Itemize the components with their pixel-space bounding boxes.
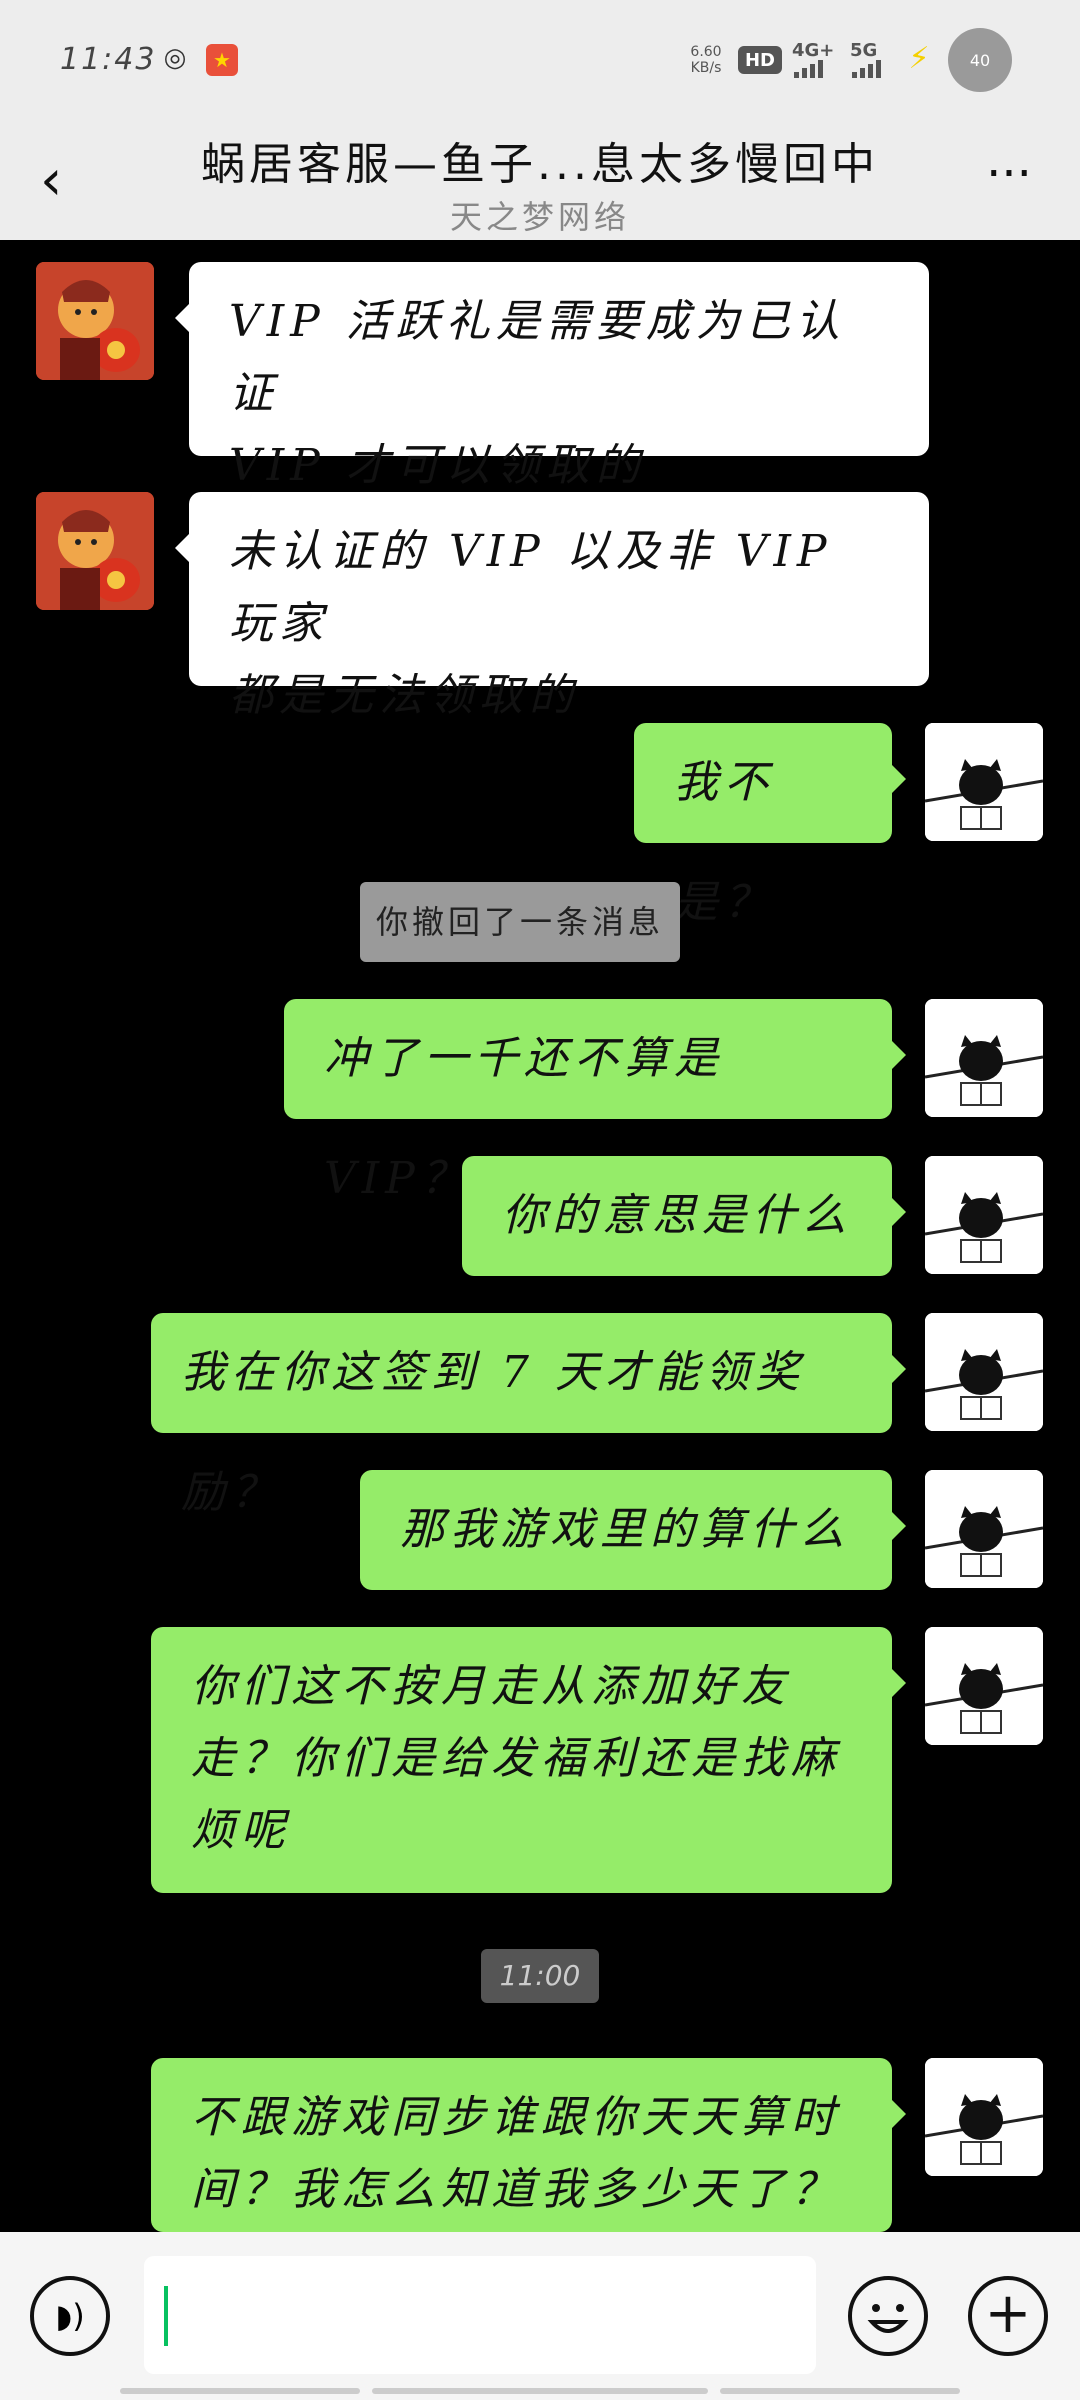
contact-avatar[interactable] bbox=[36, 262, 154, 380]
gesture-bar bbox=[0, 2388, 1080, 2400]
plus-icon: + bbox=[984, 2281, 1032, 2346]
message-bubble-outgoing[interactable]: 不跟游戏同步谁跟你天天算时 间？我怎么知道我多少天了？ bbox=[151, 2058, 906, 2232]
chevron-left-icon: ‹ bbox=[40, 147, 63, 213]
input-bar: ◗) + bbox=[0, 2232, 1080, 2400]
voice-input-button[interactable]: ◗) bbox=[30, 2276, 110, 2356]
signal-bars-icon bbox=[794, 60, 823, 78]
network-speed: 6.60 KB/s bbox=[686, 44, 726, 84]
contact-avatar[interactable] bbox=[36, 492, 154, 610]
network-speed-unit: KB/s bbox=[690, 60, 722, 76]
voice-icon: ◗) bbox=[55, 2297, 85, 2335]
signal-5g-label: 5G bbox=[850, 40, 878, 61]
message-line: 你的意思是什么 bbox=[502, 1190, 852, 1241]
gesture-handle bbox=[372, 2388, 708, 2394]
network-speed-value: 6.60 bbox=[690, 44, 722, 60]
user-avatar[interactable] bbox=[925, 1470, 1043, 1588]
back-button[interactable]: ‹ bbox=[40, 140, 100, 220]
user-avatar[interactable] bbox=[925, 1627, 1043, 1745]
chat-title: 蜗居客服—鱼子...息太多慢回中 bbox=[201, 139, 879, 190]
message-bubble-outgoing[interactable]: 我不是？ bbox=[634, 723, 906, 928]
message-bubble-outgoing[interactable]: 你的意思是什么 bbox=[462, 1156, 906, 1276]
message-input-container[interactable] bbox=[144, 2256, 816, 2374]
signal-4g-icon: 4G+ bbox=[792, 40, 842, 80]
app-notification-icon: ★ bbox=[206, 44, 238, 76]
weibo-icon: ◎ bbox=[163, 43, 187, 73]
message-bubble-incoming[interactable]: VIP 活跃礼是需要成为已认证 VIP 才可以领取的 bbox=[175, 262, 929, 491]
more-options-button[interactable]: ··· bbox=[974, 144, 1044, 214]
signal-bars-icon bbox=[852, 60, 881, 78]
message-line: 走？你们是给发福利还是找麻 bbox=[191, 1733, 841, 1784]
signal-4g-label: 4G+ bbox=[792, 40, 835, 61]
message-line: 烦呢 bbox=[191, 1805, 291, 1856]
emoji-icon bbox=[867, 2304, 909, 2333]
message-line: VIP 活跃礼是需要成为已认证 bbox=[229, 296, 846, 419]
signal-5g-icon: 5G bbox=[850, 40, 898, 80]
status-bar: 11:43 ◎ ★ 6.60 KB/s HD 4G+ 5G ⚡ 40 bbox=[0, 0, 1080, 120]
gesture-handle bbox=[720, 2388, 960, 2394]
user-avatar[interactable] bbox=[925, 1313, 1043, 1431]
user-avatar[interactable] bbox=[925, 2058, 1043, 2176]
message-bubble-outgoing[interactable]: 冲了一千还不算是 VIP？ bbox=[284, 999, 906, 1204]
user-avatar[interactable] bbox=[925, 999, 1043, 1117]
timestamp-divider: 11:00 bbox=[481, 1949, 599, 2003]
more-actions-button[interactable]: + bbox=[968, 2276, 1048, 2356]
battery-icon: 40 bbox=[948, 28, 1012, 92]
message-line: 不跟游戏同步谁跟你天天算时 bbox=[191, 2092, 841, 2143]
message-line: 那我游戏里的算什么 bbox=[400, 1504, 850, 1555]
user-avatar[interactable] bbox=[925, 1156, 1043, 1274]
message-line: 间？我怎么知道我多少天了？ bbox=[191, 2164, 841, 2215]
status-time: 11:43 bbox=[60, 42, 157, 77]
user-avatar[interactable] bbox=[925, 723, 1043, 841]
message-line: 你们这不按月走从添加好友 bbox=[191, 1661, 791, 1712]
chat-header: ‹ 蜗居客服—鱼子...息太多慢回中 天之梦网络 ··· bbox=[0, 120, 1080, 240]
message-bubble-outgoing[interactable]: 我在你这签到 7 天才能领奖励？ bbox=[151, 1313, 906, 1518]
hd-voice-icon: HD bbox=[738, 46, 782, 74]
recalled-message-notice: 你撤回了一条消息 bbox=[360, 882, 681, 962]
gesture-handle bbox=[120, 2388, 360, 2394]
text-cursor bbox=[164, 2286, 168, 2346]
message-line: 都是无法领取的 bbox=[229, 670, 579, 721]
message-line: 我不是？ bbox=[674, 757, 774, 928]
emoji-button[interactable] bbox=[848, 2276, 928, 2356]
message-bubble-incoming[interactable]: 未认证的 VIP 以及非 VIP 玩家 都是无法领取的 bbox=[175, 492, 929, 721]
message-bubble-outgoing[interactable]: 那我游戏里的算什么 bbox=[360, 1470, 906, 1590]
message-bubble-outgoing[interactable]: 你们这不按月走从添加好友 走？你们是给发福利还是找麻 烦呢 bbox=[151, 1627, 906, 1893]
message-line: 未认证的 VIP 以及非 VIP 玩家 bbox=[229, 526, 833, 649]
message-input[interactable] bbox=[144, 2256, 816, 2374]
chat-subtitle: 天之梦网络 bbox=[449, 198, 630, 236]
charging-icon: ⚡ bbox=[908, 40, 930, 76]
